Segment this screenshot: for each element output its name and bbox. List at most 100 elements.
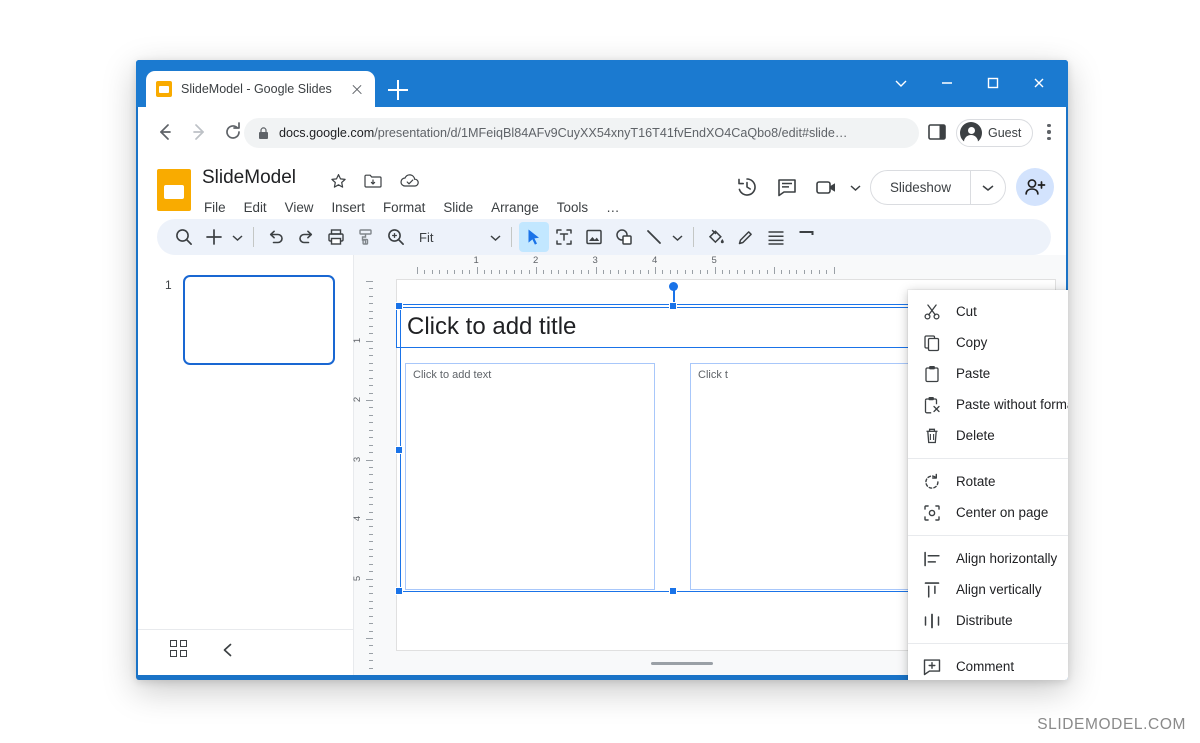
browser-menu-icon[interactable] (1040, 121, 1058, 143)
zoom-level-label[interactable]: Fit (411, 230, 439, 245)
menu-item-align-horizontally[interactable]: Align horizontally (908, 543, 1068, 574)
redo-icon[interactable] (291, 222, 321, 252)
comment-icon[interactable] (767, 167, 807, 207)
print-icon[interactable] (321, 222, 351, 252)
ruler-number-h: 3 (593, 255, 598, 266)
menu-item-rotate[interactable]: Rotate (908, 466, 1068, 497)
reload-button[interactable] (220, 119, 246, 145)
ruler-tick (369, 608, 373, 609)
text-box-icon[interactable] (549, 222, 579, 252)
menu-item-distribute[interactable]: Distribute (908, 605, 1068, 636)
address-bar[interactable]: docs.google.com/presentation/d/1MFeiqBl8… (244, 118, 919, 148)
ruler-tick (499, 270, 500, 274)
shape-icon[interactable] (609, 222, 639, 252)
menu-view[interactable]: View (283, 199, 316, 216)
menu-tools[interactable]: Tools (555, 199, 590, 216)
menu-insert[interactable]: Insert (329, 199, 367, 216)
ruler-tick (369, 616, 373, 617)
paint-format-icon[interactable] (351, 222, 381, 252)
divider (693, 227, 694, 247)
resize-handle-tc[interactable] (669, 302, 677, 310)
maximize-icon[interactable] (970, 68, 1016, 98)
menu-item-label: Comment (956, 659, 1068, 674)
menu-file[interactable]: File (202, 199, 228, 216)
slideshow-button[interactable]: Slideshow (870, 170, 1006, 205)
border-color-icon[interactable] (731, 222, 761, 252)
menu-item-delete[interactable]: Delete (908, 420, 1068, 451)
ruler-tick (366, 638, 373, 639)
menu-item-label: Paste (956, 366, 1068, 381)
resize-handle-tl[interactable] (395, 302, 403, 310)
back-button[interactable] (152, 119, 178, 145)
share-button[interactable] (1016, 168, 1054, 206)
fill-color-icon[interactable] (701, 222, 731, 252)
browser-tab[interactable]: SlideModel - Google Slides (146, 71, 375, 107)
zoom-caret-icon[interactable] (487, 222, 504, 252)
ruler-number-v: 1 (352, 337, 363, 342)
line-icon[interactable] (639, 222, 669, 252)
menu-item-center-on-page[interactable]: Center on page (908, 497, 1068, 528)
ruler-tick (369, 407, 373, 408)
ruler-tick (366, 400, 373, 401)
delete-icon (922, 426, 942, 446)
cloud-saved-icon[interactable] (400, 173, 417, 190)
menu-item-cut[interactable]: CutCtrl+X (908, 296, 1068, 327)
profile-chip[interactable]: Guest (956, 119, 1033, 147)
grid-view-icon[interactable] (170, 640, 190, 660)
minimize-icon[interactable] (924, 68, 970, 98)
window-controls (878, 68, 1062, 98)
line-weight-icon[interactable] (761, 222, 791, 252)
menu-item-align-vertically[interactable]: Align vertically (908, 574, 1068, 605)
collapse-chevron-icon[interactable] (218, 640, 238, 660)
menu-more[interactable]: … (604, 199, 621, 216)
slideshow-caret-icon[interactable] (971, 170, 1005, 205)
meet-camera-icon[interactable] (807, 167, 847, 207)
menu-edit[interactable]: Edit (242, 199, 269, 216)
rotate-handle[interactable] (669, 282, 678, 291)
menu-slide[interactable]: Slide (441, 199, 475, 216)
ruler-tick (369, 445, 373, 446)
window-close-icon[interactable] (1016, 68, 1062, 98)
avatar (960, 122, 982, 144)
horizontal-scrollbar[interactable] (651, 662, 713, 666)
ruler-tick (759, 270, 760, 274)
search-icon[interactable] (169, 222, 199, 252)
menu-arrange[interactable]: Arrange (489, 199, 541, 216)
ruler-tick (369, 452, 373, 453)
move-to-folder-icon[interactable] (364, 173, 381, 190)
menu-item-copy[interactable]: CopyCtrl+C (908, 327, 1068, 358)
watermark: SLIDEMODEL.COM (1037, 716, 1186, 734)
divider (511, 227, 512, 247)
version-history-icon[interactable] (727, 167, 767, 207)
context-menu: CutCtrl+XCopyCtrl+CPasteCtrl+VPaste with… (908, 290, 1068, 680)
resize-handle-bc[interactable] (669, 587, 677, 595)
line-dash-icon[interactable] (791, 222, 821, 252)
forward-button[interactable] (186, 119, 212, 145)
resize-handle-bl[interactable] (395, 587, 403, 595)
resize-handle-ml[interactable] (395, 446, 403, 454)
ruler-tick (521, 270, 522, 274)
ruler-tick (369, 482, 373, 483)
chevron-down-icon[interactable] (878, 68, 924, 98)
star-icon[interactable] (330, 173, 347, 190)
selection-frame[interactable] (400, 307, 950, 592)
menu-item-paste-without-formatting[interactable]: Paste without formattingCtrl+Shift+V (908, 389, 1068, 420)
menu-item-comment[interactable]: CommentCtrl+Alt+M (908, 651, 1068, 680)
new-tab-button[interactable] (388, 80, 408, 100)
browser-toolbar: docs.google.com/presentation/d/1MFeiqBl8… (138, 107, 1066, 157)
menu-format[interactable]: Format (381, 199, 427, 216)
add-slide-caret-icon[interactable] (229, 222, 246, 252)
line-caret-icon[interactable] (669, 222, 686, 252)
profile-label: Guest (988, 126, 1021, 140)
zoom-icon[interactable] (381, 222, 411, 252)
slide-thumbnail-1[interactable] (183, 275, 335, 365)
undo-icon[interactable] (261, 222, 291, 252)
document-title[interactable]: SlideModel (202, 167, 296, 189)
meet-caret-icon[interactable] (847, 172, 864, 202)
add-slide-icon[interactable] (199, 222, 229, 252)
side-panel-icon[interactable] (928, 123, 946, 141)
close-icon[interactable] (349, 81, 365, 97)
menu-item-paste[interactable]: PasteCtrl+V (908, 358, 1068, 389)
select-arrow-icon[interactable] (519, 222, 549, 252)
insert-image-icon[interactable] (579, 222, 609, 252)
